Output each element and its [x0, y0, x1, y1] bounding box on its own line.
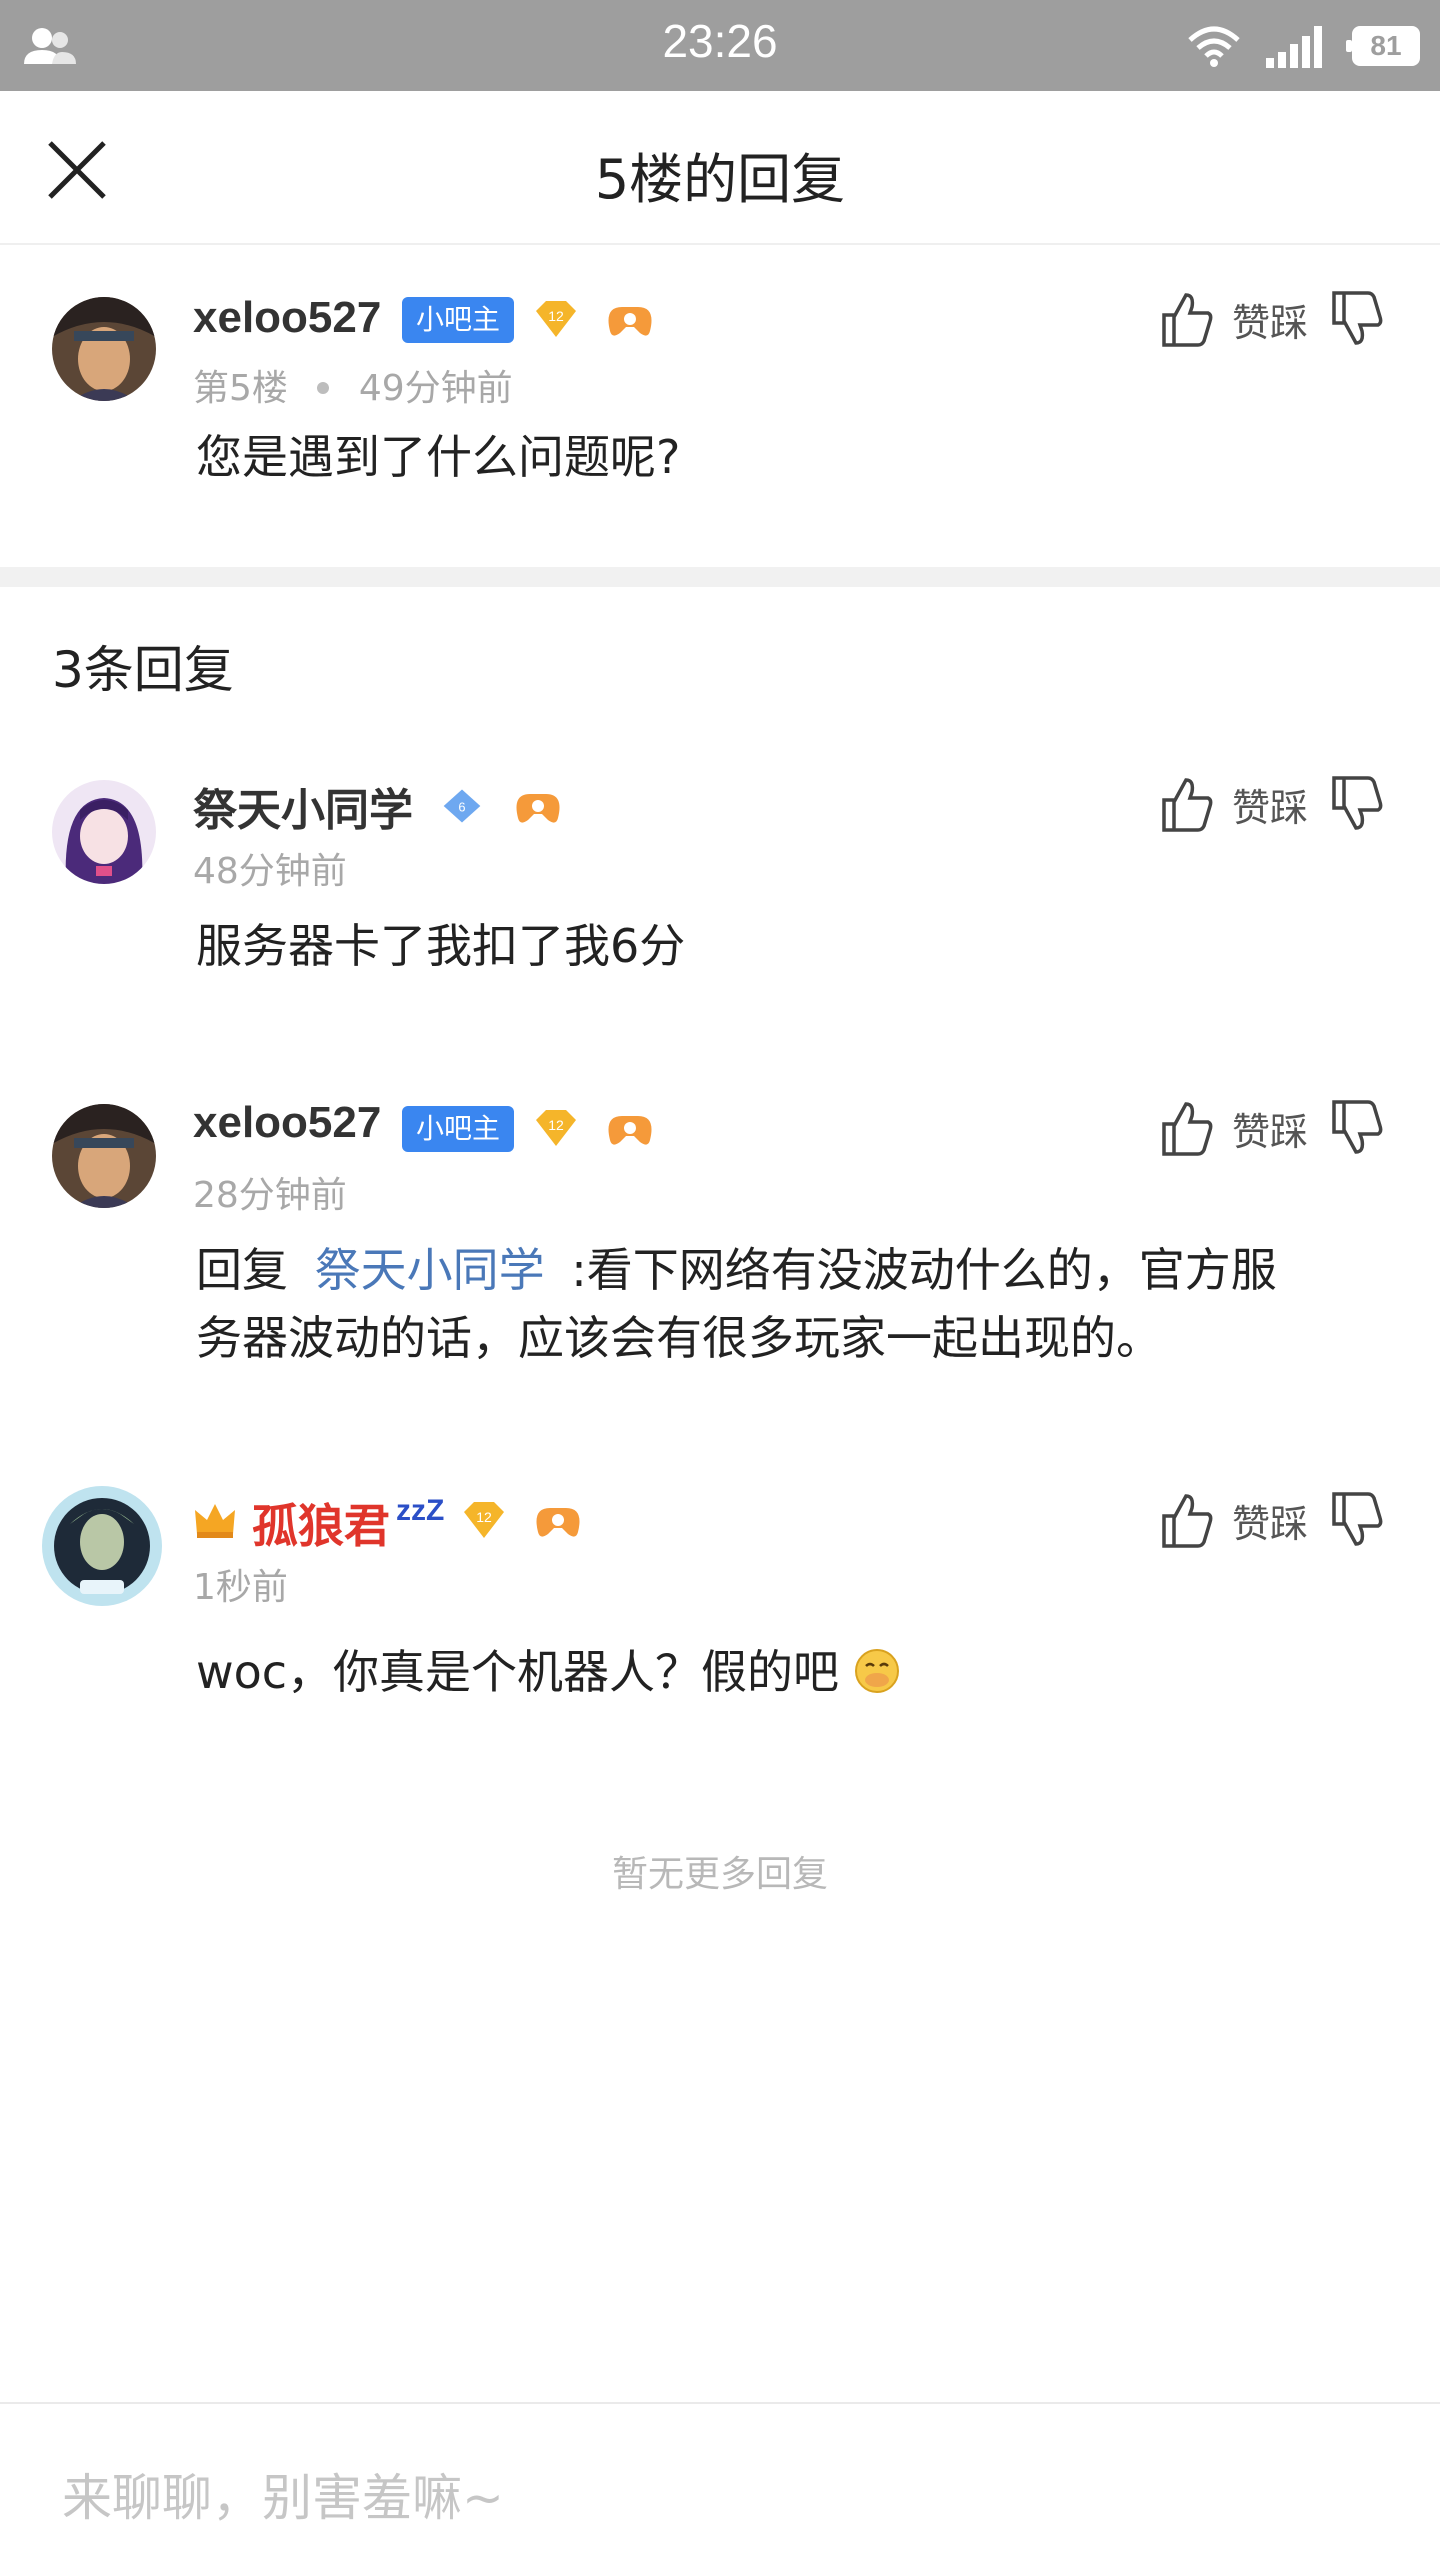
wifi-icon	[1188, 26, 1240, 67]
username[interactable]: xeloo527	[193, 1098, 381, 1148]
svg-text:12: 12	[476, 1509, 492, 1525]
game-controller-icon	[536, 1508, 580, 1537]
level-icon: 6	[443, 789, 481, 823]
reply-text-line2: 务器波动的话，应该会有很多玩家一起出现的。	[196, 1311, 1162, 1365]
main-post: xeloo527 小吧主 12 第5楼 49分钟前 您是遇到了什么问题呢? 赞踩	[0, 245, 1440, 567]
thumbs-down-icon[interactable]	[1330, 291, 1384, 347]
avatar[interactable]	[52, 297, 156, 401]
reply-prefix: 回复	[196, 1243, 288, 1297]
thumbs-down-icon[interactable]	[1330, 776, 1384, 832]
vote-actions: 赞踩	[1160, 1490, 1384, 1550]
reply-input-bar[interactable]: 来聊聊，别害羞嘛~	[0, 2402, 1440, 2560]
crown-icon	[195, 1504, 235, 1538]
dot-separator	[317, 382, 330, 394]
reply-input[interactable]: 来聊聊，别害羞嘛~	[62, 2458, 504, 2530]
game-controller-icon	[608, 1116, 652, 1145]
sleeping-icon: zzZ	[396, 1494, 445, 1527]
signal-icon	[1266, 26, 1322, 68]
avatar[interactable]	[52, 1104, 156, 1208]
reply-content: 服务器卡了我扣了我6分	[196, 919, 686, 973]
vote-actions: 赞踩	[1160, 1098, 1384, 1158]
username[interactable]: xeloo527	[193, 293, 381, 343]
reply-content: woc，你真是个机器人？假的吧	[196, 1645, 840, 1699]
status-bar: 23:26 81	[0, 0, 1440, 91]
vote-actions: 赞踩	[1160, 774, 1384, 834]
header: 5楼的回复	[0, 91, 1440, 245]
shy-emoji-icon	[854, 1649, 899, 1693]
username[interactable]: 孤狼君	[252, 1490, 390, 1556]
game-controller-icon	[608, 307, 652, 336]
reply-time: 28分钟前	[193, 1175, 347, 1216]
reply-time: 1秒前	[193, 1567, 288, 1608]
avatar[interactable]	[40, 1484, 164, 1608]
username[interactable]: 祭天小同学	[193, 774, 413, 838]
svg-text:12: 12	[548, 1117, 564, 1133]
level-icon: 12	[464, 1502, 504, 1538]
level-icon: 12	[536, 301, 576, 337]
thumbs-up-icon[interactable]	[1160, 1492, 1214, 1548]
thumbs-up-icon[interactable]	[1160, 1100, 1214, 1156]
vote-label: 赞踩	[1231, 1109, 1308, 1154]
thumbs-down-icon[interactable]	[1330, 1100, 1384, 1156]
avatar[interactable]	[52, 780, 156, 884]
mention-link[interactable]: 祭天小同学	[315, 1243, 545, 1297]
section-divider	[0, 567, 1440, 587]
reply-time: 48分钟前	[193, 851, 347, 892]
svg-text:6: 6	[458, 800, 465, 815]
moderator-badge: 小吧主	[402, 297, 515, 343]
thumbs-up-icon[interactable]	[1160, 776, 1214, 832]
no-more-replies: 暂无更多回复	[611, 1854, 828, 1895]
moderator-badge: 小吧主	[402, 1106, 515, 1152]
battery-indicator: 81	[1346, 26, 1420, 66]
vote-label: 赞踩	[1231, 300, 1308, 345]
vote-actions: 赞踩	[1160, 289, 1384, 349]
vote-label: 赞踩	[1231, 785, 1308, 830]
level-icon: 12	[536, 1110, 576, 1146]
post-content: 您是遇到了什么问题呢?	[196, 430, 681, 484]
post-time: 49分钟前	[358, 368, 513, 409]
floor-label: 第5楼	[193, 368, 288, 409]
game-controller-icon	[516, 794, 560, 823]
thumbs-down-icon[interactable]	[1330, 1492, 1384, 1548]
replies-count: 3条回复	[52, 641, 234, 699]
page-title: 5楼的回复	[594, 148, 846, 211]
reply-content: 回复 祭天小同学 :看下网络有没波动什么的，官方服 务器波动的话，应该会有很多玩…	[196, 1236, 1396, 1372]
reply-text-line1: :看下网络有没波动什么的，官方服	[571, 1243, 1277, 1297]
thumbs-up-icon[interactable]	[1160, 291, 1214, 347]
svg-text:12: 12	[548, 308, 564, 324]
vote-label: 赞踩	[1231, 1501, 1308, 1546]
